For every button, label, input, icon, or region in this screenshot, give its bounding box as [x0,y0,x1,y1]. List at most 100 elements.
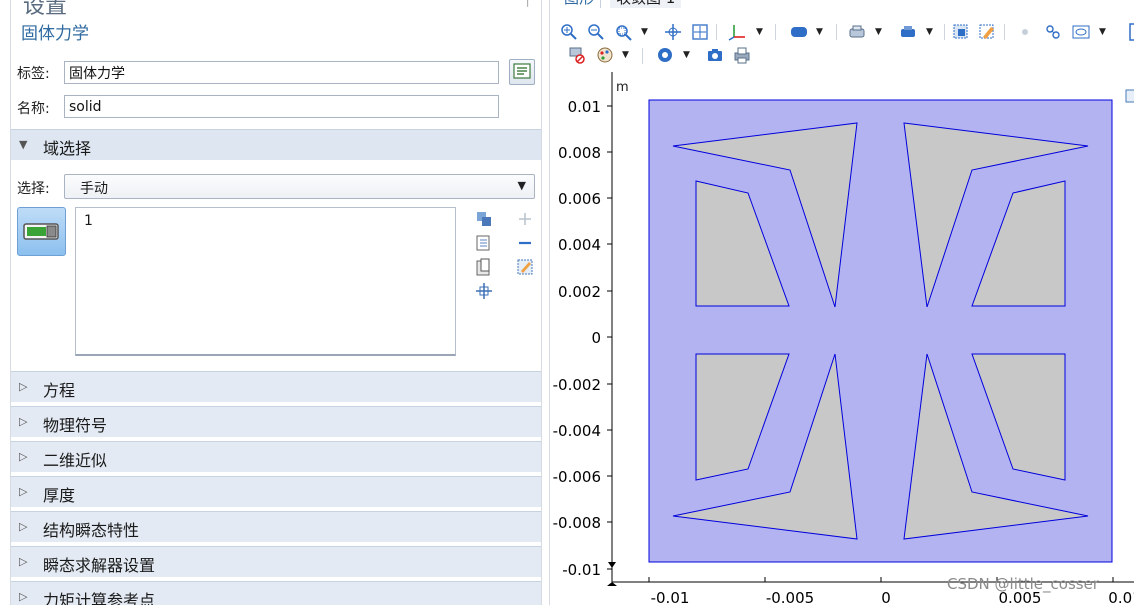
hide-icon[interactable] [1016,23,1034,41]
section-domain-selection-label: 域选择 [43,139,92,158]
scene-icon[interactable] [899,23,917,41]
y-tick-label: 0.008 [558,144,601,162]
y-tick-label: 0.002 [558,283,601,301]
settings-panel: 设置 ⊤ 固体力学 标签: 名称: ▼ 域选择 选择: 手动 ▼ 1 [10,0,542,605]
y-tick-label: -0.008 [553,514,601,532]
x-axis-arrow-icon [607,582,617,586]
geometry-plot-area[interactable]: 0.01 0.008 0.006 0.004 0.002 0 -0.002 -0… [550,72,1134,605]
x-tick-label: -0.01 [651,589,690,605]
label-options-button[interactable] [509,59,535,85]
section-physical-symbols[interactable]: ▷ 物理符号 [11,406,541,437]
section-label: 瞬态求解器设置 [43,556,156,575]
y-axis-arrow-icon [608,562,616,568]
remove-icon[interactable] [515,233,535,253]
label-options-icon [513,63,531,79]
section-label: 物理符号 [43,416,108,435]
print-icon[interactable] [733,46,751,64]
transparency-icon[interactable] [568,46,586,64]
axis-orientation-icon[interactable] [728,23,746,41]
geometry-plot[interactable]: 0.01 0.008 0.006 0.004 0.002 0 -0.002 -0… [550,72,1134,605]
collapsed-triangle-icon: ▷ [19,555,28,568]
x-tick-label: -0.005 [766,589,814,605]
section-equation[interactable]: ▷ 方程 [11,371,541,402]
view-icon[interactable] [1072,23,1090,41]
pin-icon[interactable]: ⊤ [523,0,533,10]
zoom-extents-icon[interactable] [664,23,682,41]
copy-selection-icon[interactable] [474,209,494,229]
color-table-icon[interactable] [596,46,614,64]
zoom-to-selection-icon[interactable] [474,281,494,301]
list-item[interactable]: 1 [84,213,93,229]
add-icon[interactable] [515,209,535,229]
graphics-toolbar: ▼ ▼ ▼ ▼ ▼ ▼ ▼ ▼ [550,18,1134,70]
x-tick-label: 0.01 [1108,589,1134,605]
toolbar-separator [836,24,837,40]
y-tick-label: 0.004 [558,236,601,254]
toolbar-separator [716,24,717,40]
x-tick-label: 0 [881,589,891,605]
selection-mode-label: 选择: [17,181,50,197]
y-tick-label: -0.01 [562,561,601,579]
y-tick-label: 0.01 [568,98,601,116]
fit-window-icon[interactable] [691,23,709,41]
clear-selection-icon[interactable] [515,257,535,277]
camera-caret-icon[interactable]: ▼ [683,50,690,60]
collapsed-triangle-icon: ▷ [19,450,28,463]
y-tick-label: -0.004 [553,422,601,440]
graphics-tab-strip: 图形 收敛图 1 [550,0,1134,8]
collapsed-triangle-icon: ▷ [19,415,28,428]
light-caret-icon[interactable]: ▼ [875,27,882,37]
zoom-box-icon[interactable] [614,23,632,41]
show-hidden-icon[interactable] [1044,23,1062,41]
zoom-caret-icon[interactable]: ▼ [641,27,648,37]
y-tick-label: 0 [591,329,601,347]
render-mode-icon[interactable] [790,23,808,41]
section-label: 方程 [43,381,76,400]
section-2d-approximation[interactable]: ▷ 二维近似 [11,441,541,472]
select-box-icon[interactable] [952,23,970,41]
y-tick-label: 0.006 [558,190,601,208]
toolbar-separator [1004,24,1005,40]
zoom-out-icon[interactable] [587,23,605,41]
name-field-label: 名称: [17,101,50,117]
section-structural-transient[interactable]: ▷ 结构瞬态特性 [11,511,541,542]
watermark: CSDN @little_cosser [947,575,1099,593]
selection-list[interactable]: 1 [75,207,456,356]
collapsed-triangle-icon: ▷ [19,380,28,393]
scene-caret-icon[interactable]: ▼ [926,27,933,37]
label-input[interactable] [64,61,499,84]
panel-toggle-icon[interactable] [1129,23,1134,41]
screenshot-icon[interactable] [706,46,724,64]
toolbar-separator [944,24,945,40]
render-caret-icon[interactable]: ▼ [816,27,823,37]
plot-corner-widget[interactable] [1125,89,1134,103]
collapsed-triangle-icon: ▷ [19,485,28,498]
name-input[interactable] [64,95,499,118]
y-tick-label: -0.006 [553,468,601,486]
zoom-in-icon[interactable] [560,23,578,41]
domain-square[interactable] [648,99,1113,563]
section-domain-selection[interactable]: ▼ 域选择 [11,129,541,160]
collapsed-triangle-icon: ▷ [19,590,28,603]
section-label: 力矩计算参考点 [43,591,156,605]
section-moment-reference[interactable]: ▷ 力矩计算参考点 [11,581,541,605]
y-tick-labels: 0.01 0.008 0.006 0.004 0.002 0 -0.002 -0… [553,98,601,579]
active-selection-toggle[interactable] [17,207,66,256]
y-axis-ticks [607,105,612,570]
section-thickness[interactable]: ▷ 厚度 [11,476,541,507]
toolbar-separator [775,24,776,40]
selection-mode-dropdown[interactable]: 手动 ▼ [64,174,535,199]
tab-convergence-plot[interactable]: 收敛图 1 [610,0,682,8]
view-caret-icon[interactable]: ▼ [1099,27,1106,37]
light-settings-icon[interactable] [848,23,866,41]
y-tick-label: -0.002 [553,376,601,394]
axis-caret-icon[interactable]: ▼ [756,27,763,37]
paste-selection-icon[interactable] [474,233,494,253]
clipboard-icon[interactable] [474,257,494,277]
camera-mode-icon[interactable] [656,46,674,64]
color-caret-icon[interactable]: ▼ [622,50,629,60]
clear-select-icon[interactable] [978,23,996,41]
tab-graphics[interactable]: 图形 [558,0,602,8]
section-transient-solver[interactable]: ▷ 瞬态求解器设置 [11,546,541,577]
toggle-switch-icon [23,223,59,240]
